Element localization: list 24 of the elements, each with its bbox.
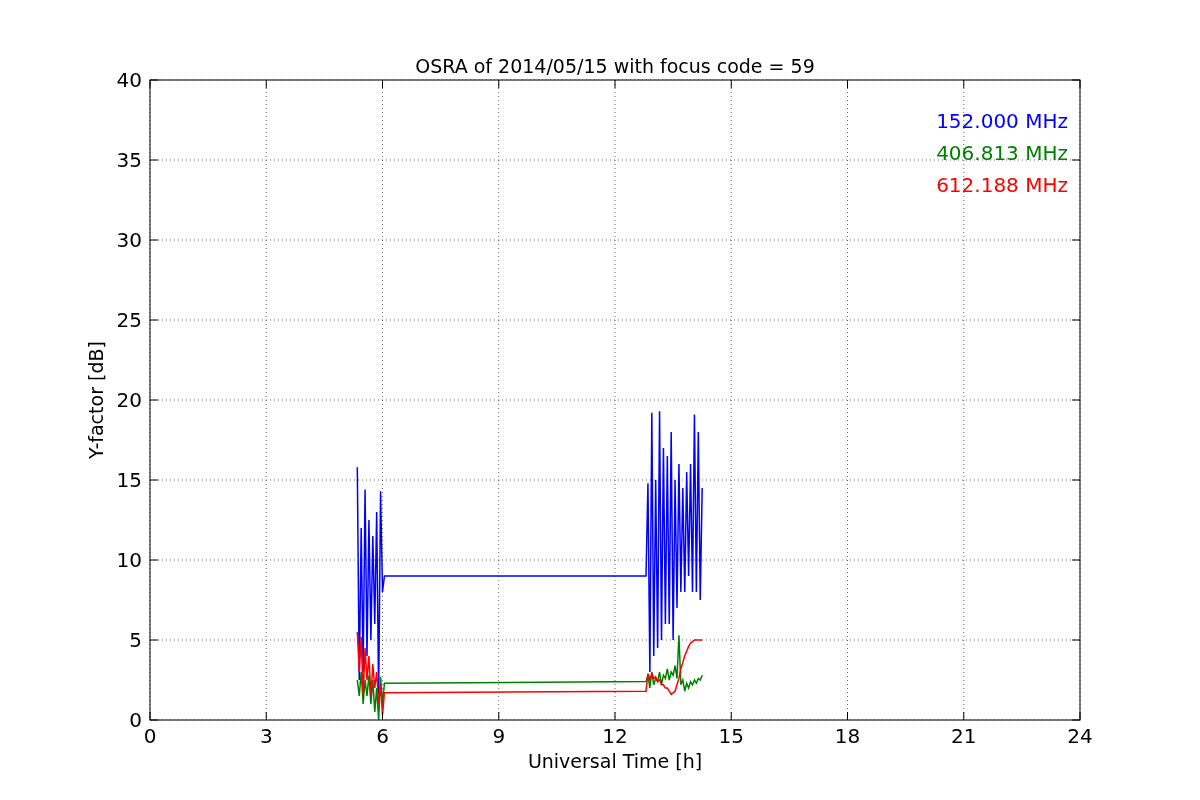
legend-label: 406.813 MHz <box>936 141 1068 165</box>
legend-label: 612.188 MHz <box>936 173 1068 197</box>
axis-label: Universal Time [h] <box>527 750 703 772</box>
tick-label: 9 <box>492 724 506 748</box>
tick-label: 0 <box>143 724 157 748</box>
tick-label: 25 <box>116 308 142 332</box>
tick-label: 0 <box>129 708 142 732</box>
tick-label: 12 <box>602 724 628 748</box>
tick-label: 40 <box>116 68 142 92</box>
legend-label: 152.000 MHz <box>936 109 1068 133</box>
tick-label: 21 <box>951 724 977 748</box>
chart-title: OSRA of 2014/05/15 with focus code = 59 <box>415 55 815 77</box>
tick-label: 10 <box>116 548 142 572</box>
tick-label: 6 <box>376 724 389 748</box>
tick-label: 35 <box>116 148 142 172</box>
tick-label: 24 <box>1067 724 1093 748</box>
tick-label: 18 <box>834 724 861 748</box>
tick-label: 20 <box>116 388 142 412</box>
tick-label: 5 <box>129 628 142 652</box>
tick-label: 3 <box>259 724 273 748</box>
tick-label: 15 <box>116 468 142 492</box>
axis-label: Y-factor [dB] <box>85 341 107 459</box>
tick-label: 30 <box>116 228 142 252</box>
tick-label: 15 <box>718 724 744 748</box>
